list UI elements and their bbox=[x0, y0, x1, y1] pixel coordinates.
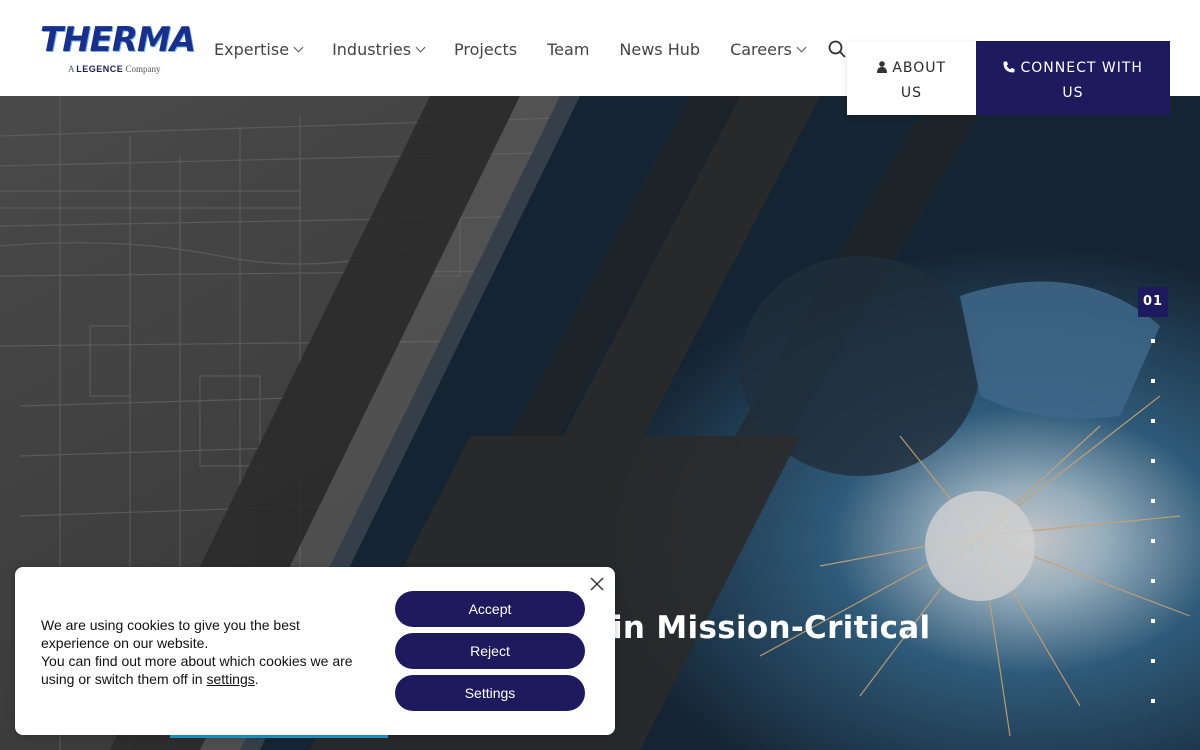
chevron-down-icon bbox=[293, 42, 304, 52]
nav-item-team[interactable]: Team bbox=[547, 40, 589, 59]
slide-dot[interactable] bbox=[1151, 659, 1155, 663]
cookie-consent-banner: We are using cookies to give you the bes… bbox=[15, 567, 615, 735]
slide-dot[interactable] bbox=[1151, 539, 1155, 543]
slide-dot[interactable] bbox=[1151, 459, 1155, 463]
nav-item-careers[interactable]: Careers bbox=[730, 40, 807, 59]
accept-button[interactable]: Accept bbox=[395, 591, 585, 627]
cookie-settings-link[interactable]: settings bbox=[207, 671, 255, 687]
nav-item-industries[interactable]: Industries bbox=[332, 40, 426, 59]
site-header: THERMA A LEGENCE Company Expertise Indus… bbox=[0, 0, 1200, 115]
logo-wordmark: THERMA bbox=[40, 20, 196, 60]
search-icon[interactable] bbox=[828, 40, 846, 58]
cookie-message: We are using cookies to give you the bes… bbox=[41, 617, 353, 687]
user-icon bbox=[876, 60, 892, 76]
chevron-down-icon bbox=[796, 42, 807, 52]
connect-with-us-button[interactable]: CONNECT WITH US bbox=[976, 41, 1170, 115]
slide-indicator-active[interactable]: 01 bbox=[1138, 287, 1168, 317]
settings-button[interactable]: Settings bbox=[395, 675, 585, 711]
therma-logo[interactable]: THERMA A LEGENCE Company bbox=[40, 14, 196, 78]
chevron-down-icon bbox=[415, 42, 426, 52]
hero-title: in Mission-Critical bbox=[612, 610, 931, 646]
reject-button[interactable]: Reject bbox=[395, 633, 585, 669]
main-nav: Expertise Industries Projects Team News … bbox=[214, 36, 835, 62]
nav-item-news-hub[interactable]: News Hub bbox=[619, 40, 700, 59]
slide-dot[interactable] bbox=[1151, 499, 1155, 503]
slide-dot[interactable] bbox=[1151, 339, 1155, 343]
about-us-button[interactable]: ABOUT US bbox=[847, 41, 976, 115]
nav-item-projects[interactable]: Projects bbox=[454, 40, 517, 59]
slide-dot[interactable] bbox=[1151, 419, 1155, 423]
phone-icon bbox=[1003, 60, 1020, 76]
logo-tagline: A LEGENCE Company bbox=[68, 64, 161, 74]
slide-dot[interactable] bbox=[1151, 619, 1155, 623]
slide-pagination: 01 bbox=[1138, 287, 1168, 703]
nav-item-expertise[interactable]: Expertise bbox=[214, 40, 304, 59]
slide-dot[interactable] bbox=[1151, 699, 1155, 703]
slide-dot[interactable] bbox=[1151, 579, 1155, 583]
close-icon[interactable] bbox=[588, 575, 606, 593]
slide-dot[interactable] bbox=[1151, 379, 1155, 383]
